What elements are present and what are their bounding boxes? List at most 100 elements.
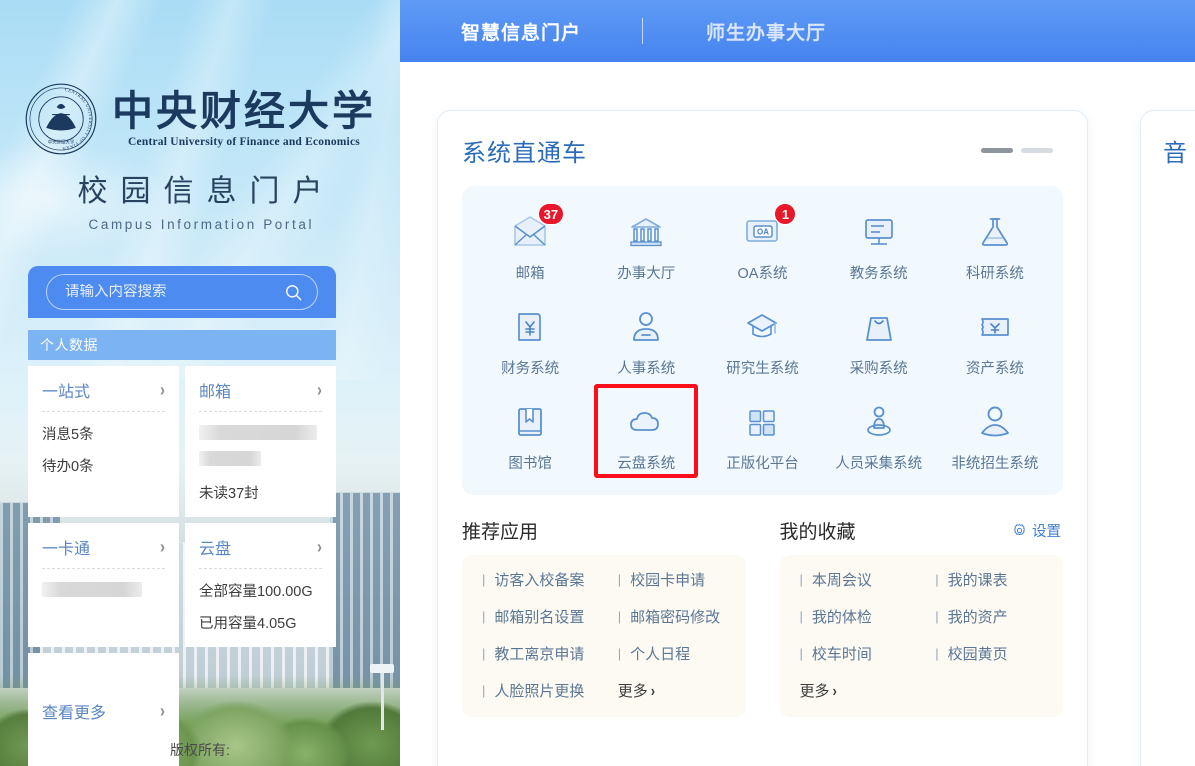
- list-item[interactable]: | 我的课表: [921, 569, 1057, 590]
- bullet-icon: |: [482, 572, 486, 587]
- app-label: 邮箱: [515, 266, 545, 282]
- badge-count: 1: [774, 203, 797, 225]
- app-cloud-disk-system[interactable]: 云盘系统: [588, 384, 704, 481]
- redacted-value: [42, 582, 142, 597]
- list-item[interactable]: | 邮箱别名设置: [468, 606, 604, 627]
- item-label: 我的课表: [947, 572, 1008, 589]
- tile-line: 待办0条: [42, 459, 94, 475]
- pagination-dot-1[interactable]: [981, 148, 1013, 153]
- list-item[interactable]: | 人脸照片更换: [468, 680, 604, 701]
- personal-data-title: 个人数据: [40, 337, 98, 353]
- search-input[interactable]: [65, 284, 284, 300]
- chevron-right-icon[interactable]: ›: [160, 381, 165, 400]
- app-academic-system[interactable]: 教务系统: [821, 202, 937, 291]
- bottom-lists: 推荐应用 | 访客入校备案 | 校园卡申请 | 邮箱别名设置 | 邮箱密码修改 …: [462, 517, 1063, 717]
- chevron-right-icon: ›: [650, 681, 656, 700]
- app-personnel-collection-system[interactable]: 人员采集系统: [821, 392, 937, 481]
- tile-line: 全部容量100.00G: [199, 584, 313, 600]
- bullet-icon: |: [799, 646, 803, 661]
- app-service-hall[interactable]: 办事大厅: [588, 202, 704, 291]
- item-label: 邮箱别名设置: [494, 609, 585, 626]
- graduation-cap-icon: [747, 314, 778, 338]
- favorites-section: 我的收藏 设置 | 本周会议 | 我的课表 | 我的体检 | 我的资产 | 校车…: [779, 517, 1063, 717]
- app-procurement-system[interactable]: 采购系统: [821, 297, 937, 386]
- item-label: 校园卡申请: [630, 572, 706, 589]
- recommended-apps-list: | 访客入校备案 | 校园卡申请 | 邮箱别名设置 | 邮箱密码修改 | 教工离…: [462, 555, 746, 717]
- section-title: 推荐应用: [462, 521, 539, 543]
- cloud-icon: [630, 412, 660, 431]
- list-item[interactable]: | 我的体检: [786, 606, 922, 627]
- chevron-right-icon[interactable]: ›: [160, 538, 165, 557]
- item-label: 本周会议: [811, 572, 872, 589]
- app-research-system[interactable]: 科研系统: [937, 202, 1053, 291]
- svg-text:OA: OA: [757, 227, 769, 236]
- app-label: 研究生系统: [726, 361, 799, 377]
- bag-icon: [865, 317, 892, 341]
- list-item[interactable]: | 访客入校备案: [468, 569, 604, 590]
- app-asset-system[interactable]: 资产系统: [937, 297, 1053, 386]
- list-item[interactable]: | 校园黄页: [921, 643, 1057, 664]
- app-finance-system[interactable]: 财务系统: [472, 297, 588, 386]
- list-item[interactable]: | 邮箱密码修改: [604, 606, 740, 627]
- personal-tile-clouddisk[interactable]: 云盘 › 全部容量100.00G 已用容量4.05G: [185, 523, 336, 647]
- chevron-right-icon[interactable]: ›: [160, 702, 165, 721]
- list-item[interactable]: | 校园卡申请: [604, 569, 740, 590]
- app-nonstandard-admission-system[interactable]: 非统招生系统: [937, 392, 1053, 481]
- app-graduate-system[interactable]: 研究生系统: [704, 297, 820, 386]
- bullet-icon: |: [482, 646, 486, 661]
- system-grid-row: 图书馆 云盘系统 正版化平台 人员采集系统 非统招生系统: [472, 384, 1053, 481]
- list-item[interactable]: | 校车时间: [786, 643, 922, 664]
- tile-line: 消息5条: [42, 427, 94, 443]
- app-label: 图书馆: [508, 456, 552, 472]
- personal-tile-mailbox[interactable]: 邮箱 › 未读37封: [185, 366, 336, 517]
- favorites-settings-button[interactable]: 设置: [1012, 520, 1061, 541]
- pagination-dot-2[interactable]: [1021, 148, 1053, 153]
- system-direct-access-card: 系统直通车 37 邮箱 办事大厅 OA 1 OA系统 教务系统 科研系统 财务系…: [437, 110, 1088, 766]
- app-oa-system[interactable]: OA 1 OA系统: [704, 202, 820, 291]
- bullet-icon: |: [935, 609, 939, 624]
- nav-tabs: 智慧信息门户 师生办事大厅: [400, 0, 826, 62]
- personal-tile-campuscard[interactable]: 一卡通 ›: [28, 523, 179, 647]
- list-item[interactable]: | 个人日程: [604, 643, 740, 664]
- tab-separator: [642, 18, 644, 44]
- bullet-icon: |: [935, 572, 939, 587]
- tab-smart-info-portal[interactable]: 智慧信息门户: [461, 18, 581, 45]
- list-item[interactable]: | 我的资产: [921, 606, 1057, 627]
- bullet-icon: |: [799, 609, 803, 624]
- tile-title: 一站式: [42, 384, 91, 401]
- item-label: 我的资产: [947, 609, 1008, 626]
- personal-data-card: 个人数据 一站式 › 消息5条 待办0条 邮箱 › 未读37封 一卡通 › 云盘…: [28, 330, 336, 766]
- personal-data-grid: 一站式 › 消息5条 待办0条 邮箱 › 未读37封 一卡通 › 云盘 › 全部…: [28, 366, 336, 766]
- app-mailbox[interactable]: 37 邮箱: [472, 202, 588, 291]
- university-seal-icon: CENTRAL UNIVERSITY OF FINANCE 中央财经大学: [24, 82, 97, 155]
- bank-icon: [630, 218, 662, 247]
- recommended-more-link[interactable]: 更多 ›: [604, 680, 740, 701]
- system-grid-row: 37 邮箱 办事大厅 OA 1 OA系统 教务系统 科研系统: [472, 202, 1053, 291]
- bullet-icon: |: [617, 572, 622, 587]
- app-label: 资产系统: [965, 361, 1024, 377]
- tile-line: 已用容量4.05G: [199, 616, 297, 632]
- bullet-icon: |: [482, 683, 486, 698]
- app-library[interactable]: 图书馆: [472, 392, 588, 481]
- list-item[interactable]: | 教工离京申请: [468, 643, 604, 664]
- app-label: 非统招生系统: [951, 456, 1039, 472]
- app-label: 采购系统: [849, 361, 908, 377]
- personal-tile-yizhanshi[interactable]: 一站式 › 消息5条 待办0条: [28, 366, 179, 517]
- main-content-area: 智慧信息门户 师生办事大厅 音 系统直通车 37 邮箱 办事大厅 OA 1 OA…: [400, 0, 1195, 766]
- app-genuine-software-platform[interactable]: 正版化平台: [704, 392, 820, 481]
- finance-icon: [518, 313, 541, 341]
- search-panel: [28, 266, 336, 318]
- tab-service-hall[interactable]: 师生办事大厅: [706, 18, 826, 45]
- app-label: 人事系统: [617, 361, 676, 377]
- search-icon[interactable]: [284, 283, 303, 302]
- chevron-right-icon[interactable]: ›: [317, 538, 322, 557]
- app-hr-system[interactable]: 人事系统: [588, 297, 704, 386]
- carousel-pagination[interactable]: [981, 148, 1053, 153]
- favorites-more-link[interactable]: 更多 ›: [786, 680, 922, 701]
- list-item[interactable]: | 本周会议: [786, 569, 922, 590]
- personal-data-header: 个人数据: [28, 330, 336, 360]
- windows-icon: [749, 410, 776, 436]
- university-name-en: Central University of Finance and Econom…: [128, 136, 360, 149]
- search-box[interactable]: [46, 274, 318, 310]
- chevron-right-icon[interactable]: ›: [317, 381, 322, 400]
